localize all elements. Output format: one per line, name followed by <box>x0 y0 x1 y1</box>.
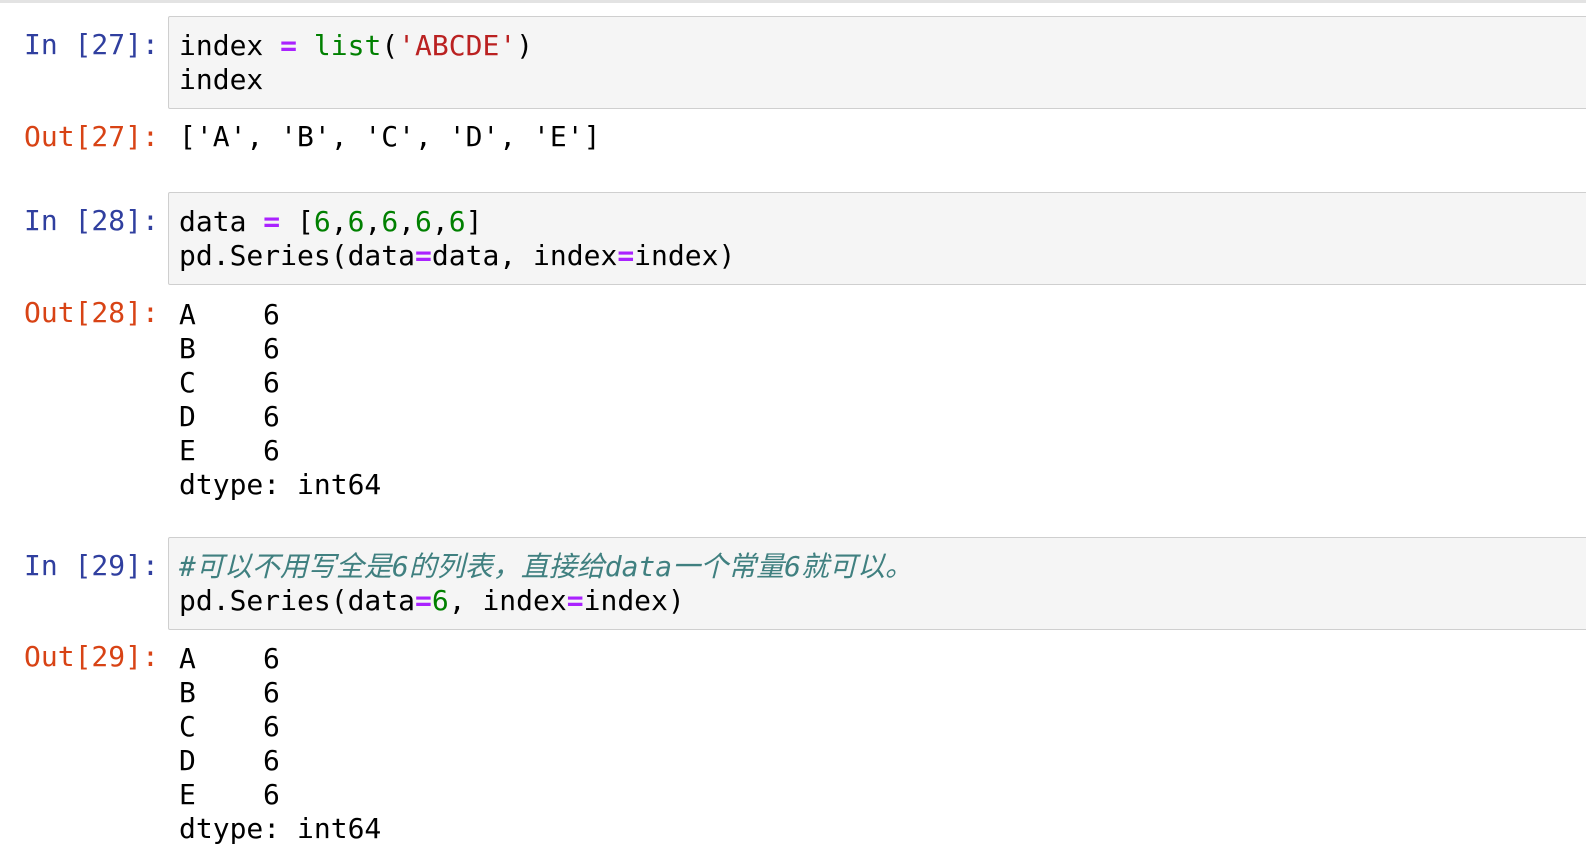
code-token: , <box>398 205 416 238</box>
code-token: index <box>179 29 264 62</box>
operator-token: = <box>566 584 584 617</box>
number-token: 6 <box>347 205 365 238</box>
series-index-label: E <box>179 434 196 467</box>
series-value: 6 <box>263 778 280 811</box>
series-value: 6 <box>263 642 280 675</box>
series-row: A6 <box>179 642 381 676</box>
code-token: ( <box>381 29 399 62</box>
series-index-label: C <box>179 710 196 743</box>
operator-token: = <box>263 205 281 238</box>
series-index-label: C <box>179 366 196 399</box>
number-token: 6 <box>431 584 449 617</box>
series-index-label: D <box>179 744 196 777</box>
series-dtype: dtype: int64 <box>179 812 382 845</box>
number-token: 6 <box>448 205 466 238</box>
code-line: pd.Series(data=data, index=index) <box>179 239 1586 273</box>
operator-token: = <box>617 239 635 272</box>
series-index-label: A <box>179 298 196 331</box>
series-row: D6 <box>179 744 381 778</box>
series-row: E6 <box>179 778 381 812</box>
number-token: 6 <box>381 205 399 238</box>
cell-27-output: ['A', 'B', 'C', 'D', 'E'] <box>179 120 600 154</box>
number-token: 6 <box>415 205 432 238</box>
cell-28-output: A6 B6 C6 D6 E6 dtype: int64 <box>179 298 381 502</box>
series-index-label: B <box>179 676 196 709</box>
code-token: pd.Series(data <box>179 239 416 272</box>
notebook-top-border <box>0 0 1586 3</box>
code-token: ] <box>465 205 483 238</box>
series-row: A6 <box>179 298 381 332</box>
series-row: B6 <box>179 332 381 366</box>
code-token: pd.Series(data <box>179 584 416 617</box>
series-value: 6 <box>263 744 280 777</box>
input-prompt-29: In [29]: <box>24 549 159 582</box>
code-line: index <box>179 63 264 96</box>
series-index-label: D <box>179 400 196 433</box>
series-index-label: E <box>179 778 196 811</box>
code-token: data <box>179 205 247 238</box>
series-value: 6 <box>263 366 280 399</box>
series-value: 6 <box>263 676 280 709</box>
series-index-label: A <box>179 642 196 675</box>
operator-token: = <box>415 239 432 272</box>
code-token: , <box>431 205 449 238</box>
code-token: , <box>330 205 348 238</box>
string-token: 'ABCDE' <box>398 29 517 62</box>
code-token: data, index <box>431 239 618 272</box>
series-value: 6 <box>263 434 280 467</box>
cell-29-output: A6 B6 C6 D6 E6 dtype: int64 <box>179 642 381 846</box>
input-prompt-27: In [27]: <box>24 28 159 61</box>
series-dtype: dtype: int64 <box>179 468 382 501</box>
builtin-token: list <box>313 29 382 62</box>
series-row: C6 <box>179 366 381 400</box>
series-value: 6 <box>263 710 280 743</box>
output-prompt-27: Out[27]: <box>24 120 159 153</box>
operator-token: = <box>415 584 432 617</box>
code-cell-27-input[interactable]: index = list('ABCDE') index <box>168 16 1586 109</box>
output-text: ['A', 'B', 'C', 'D', 'E'] <box>179 120 601 153</box>
series-row: E6 <box>179 434 381 468</box>
code-token: , index <box>448 584 567 617</box>
code-token: [ <box>297 205 314 238</box>
series-row: C6 <box>179 710 381 744</box>
series-value: 6 <box>263 400 280 433</box>
number-token: 6 <box>313 205 331 238</box>
input-prompt-28: In [28]: <box>24 204 159 237</box>
code-cell-28-input[interactable]: data = [6,6,6,6,6] pd.Series(data=data, … <box>168 192 1586 285</box>
series-row: D6 <box>179 400 381 434</box>
code-line: pd.Series(data=6, index=index) <box>179 584 1586 618</box>
code-line: index = list('ABCDE') <box>179 29 1586 63</box>
code-token: index) <box>634 239 736 272</box>
code-cell-29-input[interactable]: #可以不用写全是6的列表，直接给data一个常量6就可以。 pd.Series(… <box>168 537 1586 630</box>
operator-token: = <box>280 29 298 62</box>
code-comment: #可以不用写全是6的列表，直接给data一个常量6就可以。 <box>179 550 914 583</box>
series-index-label: B <box>179 332 196 365</box>
code-line: data = [6,6,6,6,6] <box>179 205 1586 239</box>
series-value: 6 <box>263 298 280 331</box>
code-token: index) <box>583 584 685 617</box>
output-prompt-28: Out[28]: <box>24 296 159 329</box>
code-token: , <box>364 205 382 238</box>
series-row: B6 <box>179 676 381 710</box>
series-value: 6 <box>263 332 280 365</box>
code-token: ) <box>516 29 534 62</box>
output-prompt-29: Out[29]: <box>24 640 159 673</box>
